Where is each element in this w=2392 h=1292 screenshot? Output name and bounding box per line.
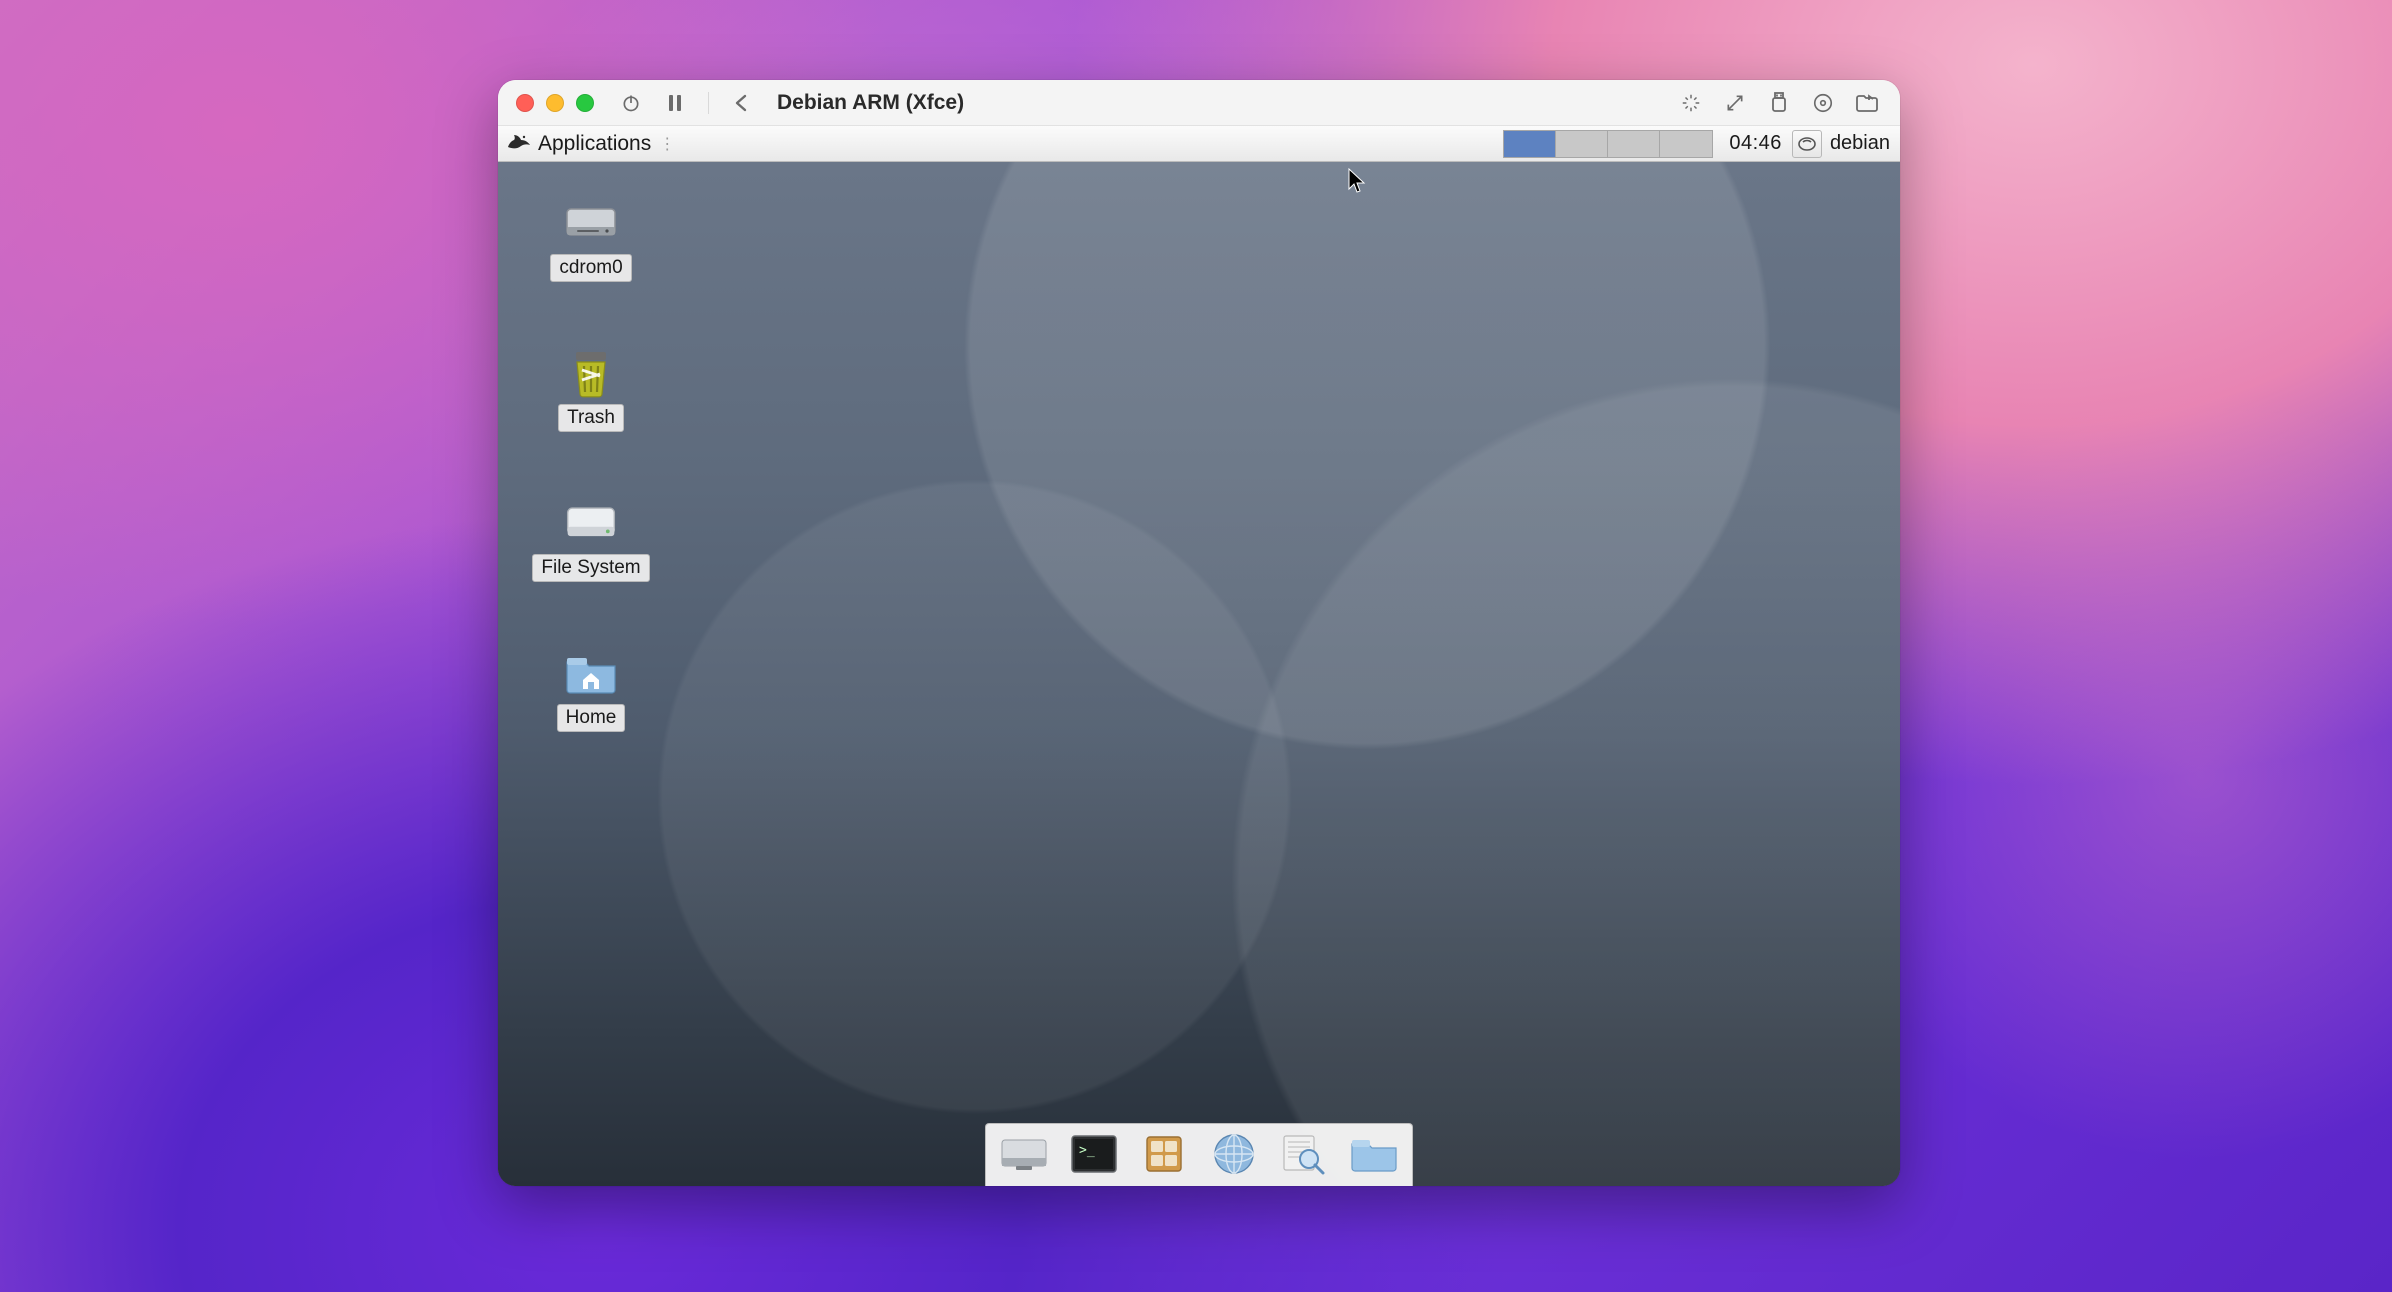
panel-clock[interactable]: 04:46 xyxy=(1719,132,1792,155)
desktop-icon-label: cdrom0 xyxy=(550,254,631,282)
toolbar-separator xyxy=(708,92,709,114)
traffic-lights xyxy=(516,94,594,112)
folder-icon xyxy=(1349,1134,1399,1174)
desktop-icon-label: Home xyxy=(557,704,626,732)
file-manager-icon xyxy=(1143,1133,1185,1175)
share-folder-icon xyxy=(1855,93,1879,113)
pause-button[interactable] xyxy=(660,88,690,118)
resize-button[interactable] xyxy=(1720,88,1750,118)
svg-text:>_: >_ xyxy=(1079,1143,1095,1158)
fullscreen-window-button[interactable] xyxy=(576,94,594,112)
sparkle-icon xyxy=(1680,92,1702,114)
xfce-top-panel: Applications ⋮ 04:46 debian xyxy=(498,126,1900,162)
close-window-button[interactable] xyxy=(516,94,534,112)
handle-icon: ⋮ xyxy=(659,134,675,154)
workspace-1[interactable] xyxy=(1504,131,1556,157)
vm-window: Debian ARM (Xfce) Applications ⋮ xyxy=(498,80,1900,1186)
desktop-icon-label: File System xyxy=(532,554,649,582)
search-app-icon xyxy=(1281,1133,1327,1175)
xfce-logo-icon xyxy=(506,129,532,159)
titlebar: Debian ARM (Xfce) xyxy=(498,80,1900,126)
drives-button[interactable] xyxy=(1808,88,1838,118)
show-desktop-icon xyxy=(1000,1136,1048,1172)
terminal-icon: >_ xyxy=(1070,1134,1118,1174)
shared-folder-button[interactable] xyxy=(1852,88,1882,118)
drive-harddisk-icon xyxy=(563,498,619,548)
desktop-icons-column: cdrom0 Trash File System xyxy=(536,198,646,732)
workspace-2[interactable] xyxy=(1556,131,1608,157)
dock-file-manager[interactable] xyxy=(1136,1130,1192,1178)
desktop-icon-filesystem[interactable]: File System xyxy=(536,498,646,582)
desktop-icon-home[interactable]: Home xyxy=(536,648,646,732)
applications-menu-label: Applications xyxy=(538,132,651,156)
xfce-desktop[interactable]: cdrom0 Trash File System xyxy=(498,162,1900,1186)
mouse-cursor-icon xyxy=(1348,168,1366,194)
dock-web-browser[interactable] xyxy=(1206,1130,1262,1178)
disc-icon xyxy=(1812,92,1834,114)
desktop-icon-cdrom0[interactable]: cdrom0 xyxy=(536,198,646,282)
dock-app-finder[interactable] xyxy=(1276,1130,1332,1178)
dock-show-desktop[interactable] xyxy=(996,1130,1052,1178)
web-browser-icon xyxy=(1212,1132,1256,1176)
minimize-window-button[interactable] xyxy=(546,94,564,112)
desktop-icon-trash[interactable]: Trash xyxy=(536,348,646,432)
resize-icon xyxy=(1725,93,1745,113)
applications-menu[interactable]: Applications ⋮ xyxy=(498,126,683,161)
display-settings-button[interactable] xyxy=(1676,88,1706,118)
window-title: Debian ARM (Xfce) xyxy=(777,91,964,115)
drive-cdrom-icon xyxy=(563,198,619,248)
workspace-3[interactable] xyxy=(1608,131,1660,157)
vm-screen[interactable]: Applications ⋮ 04:46 debian xyxy=(498,126,1900,1186)
xfce-bottom-dock: >_ xyxy=(985,1123,1413,1186)
power-button[interactable] xyxy=(616,88,646,118)
usb-button[interactable] xyxy=(1764,88,1794,118)
notification-tray-icon[interactable] xyxy=(1792,130,1822,158)
dock-home-folder[interactable] xyxy=(1346,1130,1402,1178)
back-button[interactable] xyxy=(727,88,757,118)
workspace-switcher[interactable] xyxy=(1503,130,1713,158)
dock-terminal[interactable]: >_ xyxy=(1066,1130,1122,1178)
desktop-icon-label: Trash xyxy=(558,404,624,432)
folder-home-icon xyxy=(563,648,619,698)
user-menu[interactable]: debian xyxy=(1826,132,1900,155)
usb-icon xyxy=(1770,92,1788,114)
workspace-4[interactable] xyxy=(1660,131,1712,157)
trash-icon xyxy=(563,348,619,398)
